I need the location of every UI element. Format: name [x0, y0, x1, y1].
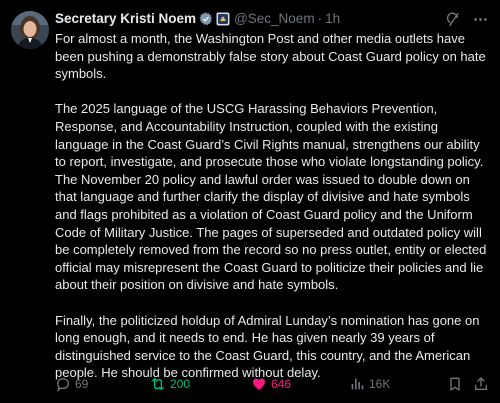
separator-dot: ·	[317, 11, 323, 26]
grok-icon[interactable]	[442, 9, 462, 29]
handle[interactable]: @Sec_Noem	[234, 10, 315, 28]
avatar[interactable]	[11, 11, 49, 49]
timestamp[interactable]: 1h	[325, 10, 340, 28]
top-actions	[434, 9, 490, 29]
repost-icon	[152, 378, 164, 390]
more-icon[interactable]	[470, 9, 490, 29]
share-icon	[475, 377, 487, 390]
bookmark-button[interactable]	[447, 374, 463, 394]
views-icon	[351, 378, 364, 390]
views-button[interactable]: 16K	[349, 374, 390, 394]
verified-badge-icon[interactable]	[199, 12, 213, 26]
government-badge-icon[interactable]	[216, 12, 230, 26]
bookmark-icon	[450, 377, 460, 391]
like-count: 646	[271, 377, 292, 391]
share-button[interactable]	[473, 374, 489, 394]
views-count: 16K	[369, 377, 391, 391]
paragraph: The 2025 language of the USCG Harassing …	[55, 101, 487, 293]
paragraph: Finally, the politicized holdup of Admir…	[55, 312, 480, 381]
repost-count: 200	[170, 377, 191, 391]
reply-button[interactable]: 69	[55, 374, 88, 394]
display-name[interactable]: Secretary Kristi Noem	[55, 10, 196, 28]
post[interactable]: Secretary Kristi Noem @Sec_Noem · 1h For…	[0, 0, 500, 403]
like-icon	[253, 378, 265, 390]
repost-button[interactable]: 200	[150, 374, 190, 394]
like-button[interactable]: 646	[251, 374, 291, 394]
reply-icon	[56, 377, 70, 392]
action-bar: 69 200 646 16K	[55, 374, 491, 394]
post-header: Secretary Kristi Noem @Sec_Noem · 1h	[55, 10, 340, 28]
post-text: For almost a month, the Washington Post …	[55, 30, 493, 382]
reply-count: 69	[75, 377, 89, 391]
paragraph: For almost a month, the Washington Post …	[55, 31, 486, 82]
